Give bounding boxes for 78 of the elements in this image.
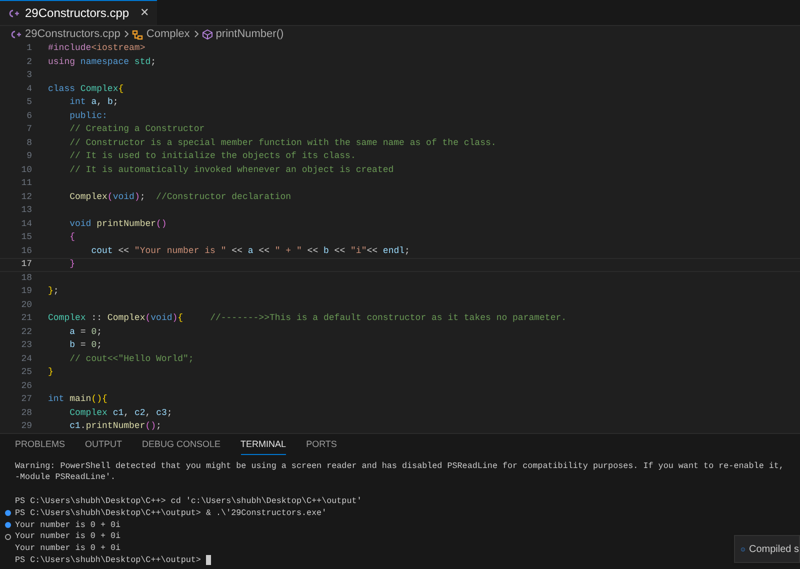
line-number: 20 bbox=[20, 298, 33, 312]
code-line: b = 0; bbox=[68, 339, 102, 352]
line-number: 1 bbox=[26, 42, 33, 55]
panel-tab[interactable]: DEBUG CONSOLE bbox=[142, 435, 221, 455]
line-number: 17 bbox=[20, 258, 33, 271]
code-line: } bbox=[48, 366, 54, 379]
code-line: cout << "Your number is " << a << " + " << b << "i"<< endl; bbox=[90, 244, 410, 258]
code-line: Complex c1, c2, c3; bbox=[68, 406, 172, 420]
code-line: // cout<<"Hello World"; bbox=[68, 352, 194, 366]
class-icon bbox=[132, 28, 144, 40]
panel-tab[interactable]: TERMINAL bbox=[240, 434, 286, 456]
line-number: 25 bbox=[20, 366, 33, 379]
code-line: Complex :: Complex(void){ //------->>This is a default constructor as it takes no parameter. bbox=[48, 312, 567, 325]
panel-tab[interactable]: PROBLEMS bbox=[15, 435, 66, 455]
code-line: // It is automatically invoked whenever an object is created bbox=[68, 164, 394, 176]
line-number: 27 bbox=[20, 393, 33, 406]
chevron-icon bbox=[194, 30, 199, 38]
breadcrumb-item[interactable]: printNumber() bbox=[216, 26, 284, 42]
line-number: 24 bbox=[20, 352, 33, 366]
line-number: 4 bbox=[26, 82, 33, 96]
code-line: // Creating a Constructor bbox=[68, 123, 205, 136]
cpp-file-icon bbox=[10, 30, 22, 38]
code-line: c1.printNumber(); bbox=[68, 420, 162, 433]
line-number: 2 bbox=[26, 56, 33, 68]
code-line: } bbox=[68, 258, 76, 271]
terminal-line: Warning: PowerShell detected that you might be using a screen reader and has disabled PSReadLine for compatibility purposes. If you want to re-enable it, bbox=[15, 460, 784, 472]
code-line: #include<iostream> bbox=[48, 42, 146, 55]
line-number: 28 bbox=[20, 406, 33, 420]
code-line: }; bbox=[48, 285, 59, 298]
close-icon[interactable]: ✕ bbox=[140, 4, 150, 22]
code-line: Complex(void); //Constructor declaration bbox=[68, 190, 292, 204]
line-number: 21 bbox=[20, 312, 33, 325]
panel-tab[interactable]: PORTS bbox=[306, 435, 337, 455]
line-number: 12 bbox=[20, 190, 33, 204]
code-line: int main(){ bbox=[48, 393, 108, 406]
code-line: void printNumber() bbox=[68, 218, 167, 230]
line-number: 26 bbox=[20, 380, 33, 392]
line-number: 6 bbox=[26, 110, 33, 122]
code-line: // It is used to initialize the objects of its class. bbox=[68, 150, 356, 163]
line-number: 22 bbox=[20, 326, 33, 338]
line-number: 13 bbox=[20, 204, 33, 217]
line-number: 23 bbox=[20, 339, 33, 352]
code-line: { bbox=[68, 231, 76, 244]
cpp-file-icon bbox=[8, 8, 20, 18]
code-line: // Constructor is a special member function with the same name as of the class. bbox=[68, 136, 496, 150]
line-number: 3 bbox=[26, 69, 33, 82]
breadcrumb-item[interactable]: Complex bbox=[146, 26, 190, 42]
line-number: 5 bbox=[26, 96, 33, 109]
line-number: 9 bbox=[26, 150, 33, 163]
line-number: 10 bbox=[20, 164, 33, 176]
tab-label: 29Constructors.cpp bbox=[25, 5, 130, 22]
panel-tab[interactable]: OUTPUT bbox=[85, 435, 122, 455]
line-number: 7 bbox=[26, 123, 33, 136]
terminal-line: -Module PSReadLine'. bbox=[15, 471, 116, 484]
line-number: 16 bbox=[20, 244, 33, 258]
code-line: public: bbox=[68, 110, 108, 122]
file-tab[interactable]: 29Constructors.cpp ✕ bbox=[0, 0, 158, 25]
terminal-line: Your number is 0 + 0i bbox=[15, 518, 121, 532]
terminal-line: Your number is 0 + 0i bbox=[15, 542, 121, 555]
terminal-line: PS C:\Users\shubh\Desktop\C++\output> & .\'29Constructors.exe' bbox=[15, 506, 327, 520]
code-line: class Complex{ bbox=[48, 82, 124, 96]
code-line: a = 0; bbox=[68, 326, 102, 338]
line-number: 19 bbox=[20, 285, 33, 298]
terminal-line: PS C:\Users\shubh\Desktop\C++\output> bbox=[15, 554, 201, 567]
line-number: 14 bbox=[20, 218, 33, 230]
terminal-line: PS C:\Users\shubh\Desktop\C++> cd 'c:\Users\shubh\Desktop\C++\output' bbox=[15, 494, 362, 508]
code-line: int a, b; bbox=[68, 96, 118, 109]
line-number: 29 bbox=[20, 420, 33, 433]
code-line: using namespace std; bbox=[48, 56, 156, 68]
line-number: 15 bbox=[20, 231, 33, 244]
notification-text: Compiled s bbox=[748, 542, 799, 556]
line-number: 11 bbox=[20, 177, 33, 190]
breadcrumb-item[interactable]: 29Constructors.cpp bbox=[25, 26, 120, 42]
line-number: 8 bbox=[26, 136, 33, 150]
cube-icon bbox=[202, 28, 213, 40]
line-number: 18 bbox=[20, 272, 33, 284]
terminal-line: Your number is 0 + 0i bbox=[15, 530, 121, 543]
chevron-icon bbox=[124, 30, 130, 38]
